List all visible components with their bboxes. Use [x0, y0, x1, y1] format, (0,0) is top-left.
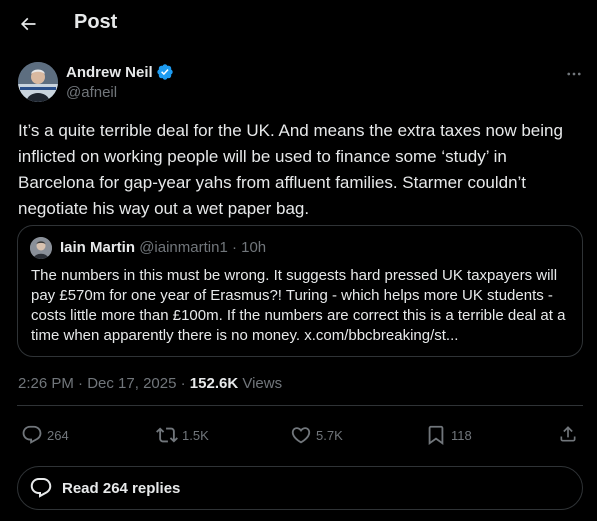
- share-icon: [560, 426, 576, 442]
- read-replies-label: Read 264 replies: [62, 479, 181, 497]
- bookmark-button[interactable]: 118: [425, 424, 472, 446]
- author-row: Andrew Neil @afneil: [16, 60, 581, 104]
- more-horizontal-icon: [567, 72, 581, 76]
- post-date[interactable]: Dec 17, 2025: [87, 375, 176, 392]
- reply-count: 264: [47, 427, 69, 443]
- page-title: Post: [74, 11, 118, 33]
- more-options-button[interactable]: [562, 62, 586, 86]
- author-name[interactable]: Andrew Neil: [66, 64, 153, 81]
- verified-badge-icon[interactable]: [156, 63, 174, 81]
- author-name-group: Andrew Neil: [66, 63, 174, 81]
- post-time[interactable]: 2:26 PM: [18, 375, 74, 392]
- views-count[interactable]: 152.6K: [190, 375, 238, 392]
- heart-icon: [291, 427, 311, 444]
- meta-separator: ·: [78, 375, 84, 392]
- quote-separator: ·: [231, 239, 237, 256]
- like-button[interactable]: 5.7K: [290, 424, 343, 446]
- repost-button[interactable]: 1.5K: [156, 424, 209, 446]
- quote-author-name: Iain Martin: [60, 239, 136, 256]
- bookmark-icon: [428, 425, 444, 446]
- read-replies-button[interactable]: Read 264 replies: [17, 466, 583, 510]
- quote-time: 10h: [241, 239, 267, 256]
- meta-separator: ·: [180, 375, 186, 392]
- avatar[interactable]: [18, 62, 58, 102]
- repost-icon: [156, 427, 178, 443]
- post-text: It’s a quite terrible deal for the UK. A…: [18, 121, 563, 218]
- repost-count: 1.5K: [182, 427, 209, 443]
- quote-handle: @iainmartin1: [139, 239, 228, 256]
- quote-avatar: [30, 237, 52, 259]
- arrow-left-icon: [20, 17, 36, 31]
- bookmark-count: 118: [451, 427, 472, 443]
- quoted-post[interactable]: Iain Martin @iainmartin1 · 10h The numbe…: [17, 225, 583, 357]
- author-handle[interactable]: @afneil: [66, 84, 117, 101]
- divider: [17, 405, 583, 406]
- quote-text: The numbers in this must be wrong. It su…: [31, 267, 566, 344]
- like-count: 5.7K: [316, 427, 343, 443]
- speech-bubble-icon: [29, 475, 55, 501]
- reply-icon: [22, 425, 42, 444]
- share-button[interactable]: [558, 424, 578, 444]
- post-meta: 2:26 PM · Dec 17, 2025 · 152.6K Views: [18, 375, 282, 392]
- reply-button[interactable]: 264: [21, 424, 69, 446]
- top-bar: Post: [0, 0, 597, 48]
- back-button[interactable]: [10, 6, 46, 42]
- quote-header: Iain Martin @iainmartin1 · 10h: [60, 239, 266, 256]
- views-label: Views: [242, 375, 283, 392]
- action-bar: 264 1.5K 5.7K 118: [17, 412, 583, 458]
